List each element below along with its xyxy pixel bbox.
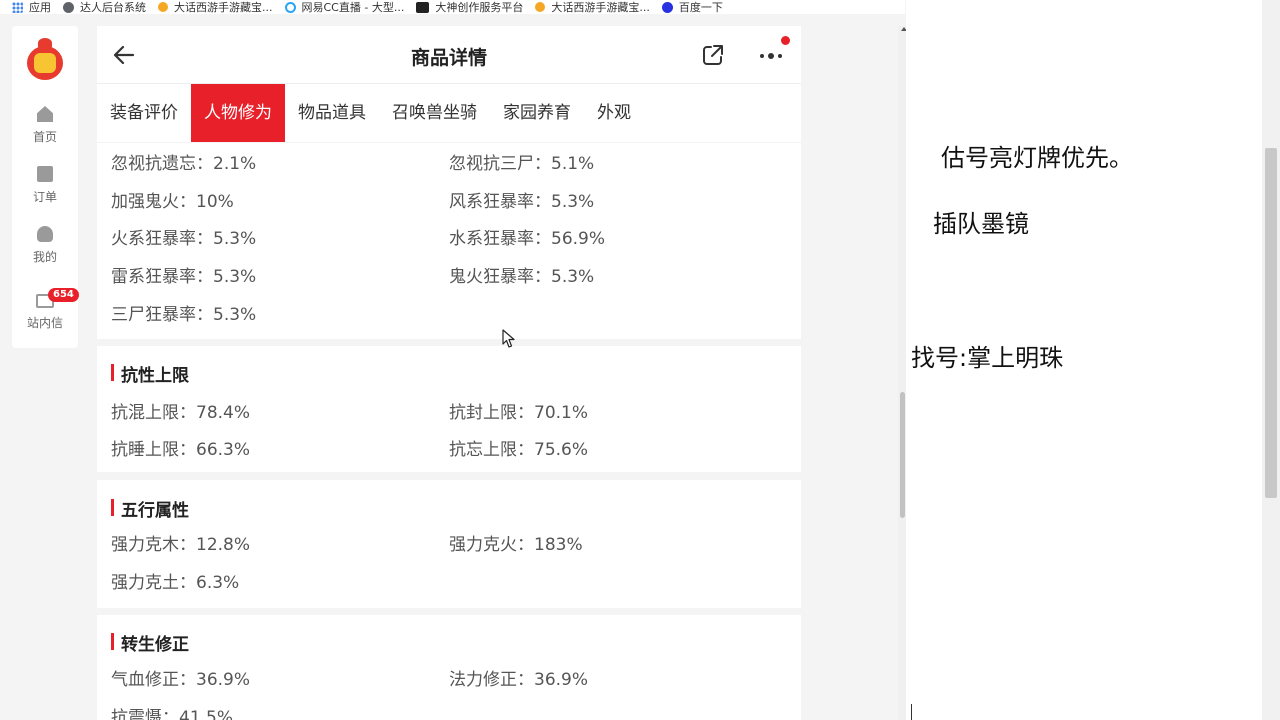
stat-item: 抗忘上限：75.6% [449,440,589,460]
section-title-elements: 五行属性 [111,496,189,521]
note-line: 找号:掌上明珠 [911,344,1064,372]
globe-icon [63,1,74,13]
apps-icon [12,1,23,13]
header: 商品详情 [97,26,801,84]
section-title-resist: 抗性上限 [111,361,189,386]
unread-badge: 654 [48,288,79,302]
bookmark-cangbaoge-1[interactable]: 大话西游手游藏宝... [158,0,273,14]
note-line: 插队墨镜 [933,210,1029,238]
stat-item: 三尸狂暴率：5.3% [111,305,257,325]
tab-items[interactable]: 物品道具 [285,84,379,142]
stat-item: 抗睡上限：66.3% [111,440,251,460]
tab-character-cultivation[interactable]: 人物修为 [191,84,285,142]
stat-item: 抗震慑：41.5% [111,708,234,720]
section-title-rebirth: 转生修正 [111,630,189,655]
bookmark-cc[interactable]: 网易CC直播 - 大型... [284,0,404,14]
more-icon[interactable] [757,44,787,68]
stat-item: 雷系狂暴率：5.3% [111,267,257,287]
bookmarks-bar: 应用 达人后台系统 大话西游手游藏宝... 网易CC直播 - 大型... 大神创… [0,0,905,14]
bookmark-baidu[interactable]: 百度一下 [661,0,723,14]
star-icon [535,2,546,12]
notes-area[interactable]: 估号亮灯牌优先。 插队墨镜 找号:掌上明珠 [906,0,1262,720]
bookmark-apps[interactable]: 应用 [12,0,51,14]
stats-card-top: 忽视抗遗忘：2.1% 忽视抗三尸：5.1% 加强鬼火：10% 风系狂暴率：5.3… [97,143,801,339]
stat-item: 加强鬼火：10% [111,192,234,212]
sidebar-item-me[interactable]: 我的 [12,226,78,265]
main-scrollbar[interactable] [898,26,906,720]
text-caret [911,704,912,720]
stat-item: 气血修正：36.9% [111,670,251,690]
elements-card: 五行属性 强力克木：12.8% 强力克火：183% 强力克土：6.3% [97,480,801,608]
tab-bar: 装备评价 人物修为 物品道具 召唤兽坐骑 家园养育 外观 [97,84,801,142]
bookmark-cangbaoge-2[interactable]: 大话西游手游藏宝... [535,0,650,14]
tab-appearance[interactable]: 外观 [584,84,644,142]
stat-item: 强力克木：12.8% [111,535,251,555]
notes-scrollbar-thumb[interactable] [1265,148,1277,498]
main-scrollbar-thumb[interactable] [900,392,905,518]
stat-item: 强力克火：183% [449,535,583,555]
page-title: 商品详情 [410,47,487,69]
product-detail-panel: 商品详情 装备评价 人物修为 物品道具 召唤兽坐骑 家园养育 外观 忽视抗遗忘：… [97,26,801,720]
stat-item: 鬼火狂暴率：5.3% [449,267,595,287]
logo-icon[interactable] [25,38,65,82]
tab-equipment-rating[interactable]: 装备评价 [97,84,191,142]
sidebar-item-home[interactable]: 首页 [12,106,78,145]
mouse-cursor-icon [502,329,515,348]
sidebar-item-messages[interactable]: 654 站内信 [12,288,79,331]
stat-item: 风系狂暴率：5.3% [449,192,595,212]
note-line: 估号亮灯牌优先。 [941,144,1133,172]
tab-home[interactable]: 家园养育 [490,84,584,142]
stat-item: 法力修正：36.9% [449,670,589,690]
stat-item: 强力克土：6.3% [111,573,240,593]
sidebar: 首页 订单 我的 654 站内信 [12,26,79,348]
notification-dot [781,36,790,45]
star-icon [158,2,168,12]
stat-item: 火系狂暴率：5.3% [111,229,257,249]
rebirth-card: 转生修正 气血修正：36.9% 法力修正：36.9% 抗震慑：41.5% [97,615,801,720]
user-icon [37,226,53,242]
share-icon[interactable] [701,43,725,67]
tab-pets-mounts[interactable]: 召唤兽坐骑 [379,84,490,142]
cc-icon [284,1,296,13]
home-icon [37,106,53,122]
order-icon [37,166,53,182]
sidebar-item-orders[interactable]: 订单 [12,166,78,205]
dashen-icon [416,1,430,13]
stat-item: 忽视抗三尸：5.1% [449,154,595,174]
resist-card: 抗性上限 抗混上限：78.4% 抗封上限：70.1% 抗睡上限：66.3% 抗忘… [97,346,801,472]
baidu-icon [661,1,673,13]
bookmark-daren[interactable]: 达人后台系统 [63,0,146,14]
bookmark-dashen[interactable]: 大神创作服务平台 [416,0,523,14]
stat-item: 抗封上限：70.1% [449,403,589,423]
stat-item: 忽视抗遗忘：2.1% [111,154,257,174]
stat-item: 抗混上限：78.4% [111,403,251,423]
stat-item: 水系狂暴率：56.9% [449,229,606,249]
